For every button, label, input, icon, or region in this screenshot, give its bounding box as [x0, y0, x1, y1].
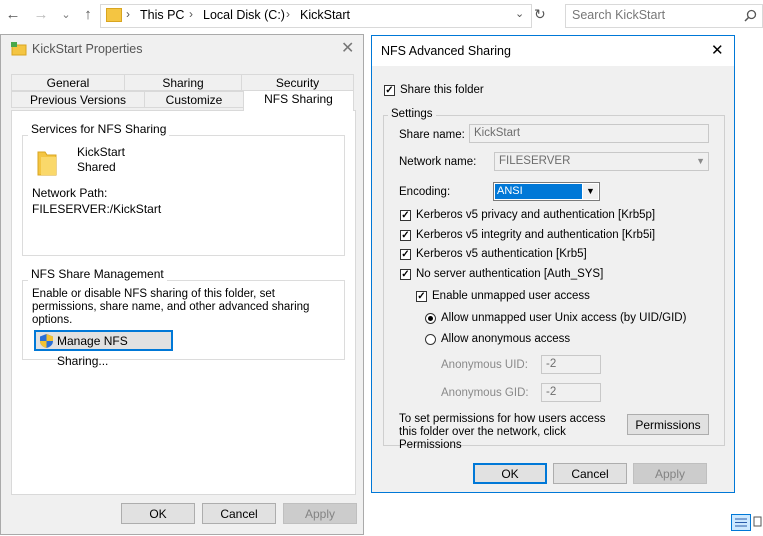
search-box[interactable]: Search KickStart: [565, 4, 763, 28]
details-view-icon[interactable]: [731, 514, 751, 531]
anonymous-access-label: Allow anonymous access: [441, 333, 571, 345]
anon-uid-field[interactable]: -2: [541, 355, 601, 374]
close-icon[interactable]: ✕: [341, 38, 354, 58]
dialog-title: KickStart Properties: [32, 42, 143, 56]
large-icons-view-icon[interactable]: [753, 514, 763, 531]
encoding-value: ANSI: [495, 184, 582, 199]
close-icon[interactable]: ✕: [711, 41, 724, 59]
tab-security[interactable]: Security: [241, 74, 354, 91]
share-name-field[interactable]: KickStart: [469, 124, 709, 143]
share-this-folder-checkbox[interactable]: ✓: [384, 85, 395, 96]
network-name-value: FILESERVER: [499, 155, 571, 167]
enable-unmapped-label: Enable unmapped user access: [432, 290, 590, 302]
network-path-label: Network Path:: [32, 186, 108, 200]
dialog-title: NFS Advanced Sharing: [381, 44, 511, 58]
krb5i-checkbox[interactable]: ✓: [400, 230, 411, 241]
forward-arrow-icon[interactable]: →: [33, 7, 49, 23]
breadcrumb-kickstart[interactable]: KickStart: [300, 8, 350, 22]
recent-locations-icon[interactable]: ⌄: [58, 7, 74, 23]
network-path-value: FILESERVER:/KickStart: [32, 202, 162, 216]
tab-nfs-sharing[interactable]: NFS Sharing: [243, 90, 354, 111]
breadcrumb-local-disk[interactable]: Local Disk (C:): [203, 8, 285, 22]
permissions-description: To set permissions for how users access …: [399, 413, 606, 451]
chevron-down-icon[interactable]: ⌄: [515, 7, 524, 20]
management-group-title: NFS Share Management: [28, 267, 167, 281]
tab-previous-versions[interactable]: Previous Versions: [11, 91, 145, 108]
settings-group-title: Settings: [388, 108, 436, 120]
auth-sys-label: No server authentication [Auth_SYS]: [416, 268, 604, 280]
encoding-select[interactable]: ANSI ▼: [493, 182, 600, 201]
anonymous-access-radio[interactable]: [425, 334, 436, 345]
share-name-label: Share name:: [399, 129, 465, 141]
properties-dialog: KickStart Properties ✕ General Sharing S…: [0, 34, 364, 535]
anon-gid-field[interactable]: -2: [541, 383, 601, 402]
cancel-button[interactable]: Cancel: [553, 463, 627, 484]
share-this-folder-label: Share this folder: [400, 84, 484, 96]
uac-shield-icon: [40, 334, 53, 348]
explorer-address-bar: ← → ⌄ ↑ › This PC › Local Disk (C:) › Ki…: [0, 0, 763, 32]
tab-customize[interactable]: Customize: [144, 91, 244, 108]
encoding-label: Encoding:: [399, 186, 451, 198]
up-arrow-icon[interactable]: ↑: [80, 7, 96, 23]
krb5-label: Kerberos v5 authentication [Krb5]: [416, 248, 587, 260]
enable-unmapped-checkbox[interactable]: ✓: [416, 291, 427, 302]
permissions-button[interactable]: Permissions: [627, 414, 709, 435]
anon-uid-label: Anonymous UID:: [441, 359, 528, 371]
breadcrumb-this-pc[interactable]: This PC: [140, 8, 184, 22]
chevron-right-icon: ›: [126, 7, 130, 21]
refresh-icon[interactable]: ↻: [534, 6, 546, 23]
unix-access-radio[interactable]: [425, 313, 436, 324]
tab-sharing[interactable]: Sharing: [124, 74, 242, 91]
manage-nfs-sharing-button[interactable]: Manage NFS Sharing...: [34, 330, 173, 368]
dialog-title-bar: NFS Advanced Sharing ✕: [372, 36, 734, 66]
search-input[interactable]: Search KickStart: [572, 8, 665, 22]
folder-share-icon: [11, 42, 27, 56]
network-name-label: Network name:: [399, 156, 477, 168]
unix-access-label: Allow unmapped user Unix access (by UID/…: [441, 312, 687, 324]
anon-gid-label: Anonymous GID:: [441, 387, 529, 399]
chevron-right-icon: ›: [286, 7, 290, 21]
folder-icon: [106, 8, 122, 22]
folder-icon: [37, 151, 57, 176]
folder-status: Shared: [77, 160, 116, 174]
services-group-title: Services for NFS Sharing: [28, 122, 170, 136]
back-arrow-icon[interactable]: ←: [5, 7, 21, 23]
search-icon[interactable]: [744, 9, 757, 22]
krb5p-label: Kerberos v5 privacy and authentication […: [416, 209, 656, 221]
address-box[interactable]: › This PC › Local Disk (C:) › KickStart …: [100, 4, 532, 28]
krb5i-label: Kerberos v5 integrity and authentication…: [416, 229, 656, 241]
krb5-checkbox[interactable]: ✓: [400, 249, 411, 260]
nfs-advanced-sharing-dialog: NFS Advanced Sharing ✕ ✓ Share this fold…: [371, 35, 735, 493]
chevron-right-icon: ›: [189, 7, 193, 21]
cancel-button[interactable]: Cancel: [202, 503, 276, 524]
network-name-select[interactable]: FILESERVER ▼: [494, 152, 709, 171]
apply-button[interactable]: Apply: [633, 463, 707, 484]
auth-sys-checkbox[interactable]: ✓: [400, 269, 411, 280]
ok-button[interactable]: OK: [121, 503, 195, 524]
folder-name: KickStart: [77, 145, 126, 159]
tab-general[interactable]: General: [11, 74, 125, 91]
chevron-down-icon: ▼: [696, 156, 705, 166]
apply-button[interactable]: Apply: [283, 503, 357, 524]
management-description: Enable or disable NFS sharing of this fo…: [32, 288, 310, 326]
chevron-down-icon[interactable]: ▼: [583, 184, 598, 199]
krb5p-checkbox[interactable]: ✓: [400, 210, 411, 221]
ok-button[interactable]: OK: [473, 463, 547, 484]
